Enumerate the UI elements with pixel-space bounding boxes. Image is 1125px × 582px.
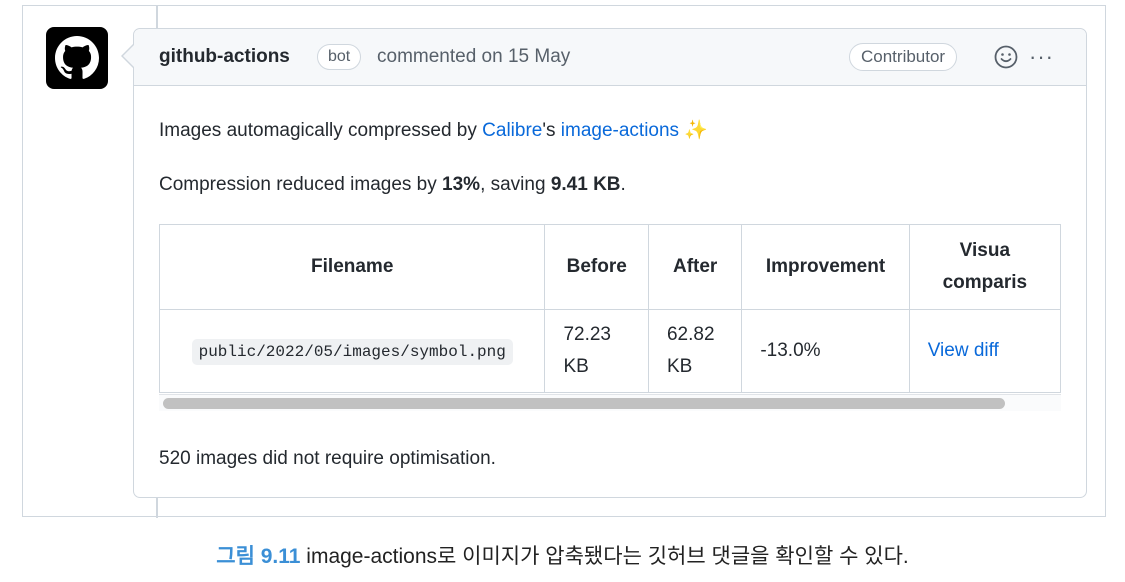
comment-arrow-fill [123, 45, 134, 67]
image-actions-link[interactable]: image-actions [561, 120, 679, 141]
github-mark-icon [55, 36, 99, 79]
cell-filename: public/2022/05/images/symbol.png [159, 309, 546, 393]
compression-saving: 9.41 KB [550, 174, 621, 195]
intro-prefix: Images automagically compressed by [159, 120, 483, 141]
table-header-row: Filename Before After Improvement Visua c… [159, 224, 1061, 310]
header-before: Before [544, 224, 649, 310]
results-table: Filename Before After Improvement Visua c… [159, 224, 1061, 393]
after-value: 62.82 [666, 324, 715, 345]
sparkle-icon: ✨ [684, 120, 708, 141]
header-visual-line1: Visua [959, 240, 1011, 261]
summary-prefix: Compression reduced images by [159, 174, 443, 195]
filename-code: public/2022/05/images/symbol.png [191, 339, 513, 365]
caption-text: image-actions로 이미지가 압축됐다는 깃허브 댓글을 확인할 수 … [300, 545, 909, 568]
footer-note: 520 images did not require optimisation. [159, 448, 496, 469]
comment-header: github-actions bot commented on 15 May C… [134, 29, 1086, 86]
before-value: 72.23 [563, 324, 611, 345]
before-unit: KB [563, 356, 589, 377]
after-unit: KB [666, 356, 693, 377]
header-after: After [647, 224, 743, 310]
caption-label: 그림 9.11 [216, 545, 301, 568]
figure-caption: 그림 9.11 image-actions로 이미지가 압축됐다는 깃허브 댓글… [0, 540, 1125, 570]
compression-intro: Images automagically compressed by Calib… [159, 118, 708, 142]
comment-card: github-actions bot commented on 15 May C… [133, 28, 1087, 498]
cell-after: 62.82 KB [647, 309, 743, 393]
comment-timestamp[interactable]: commented on 15 May [377, 46, 570, 68]
smiley-icon[interactable] [993, 44, 1019, 70]
timeline-line-bottom [156, 498, 158, 518]
avatar[interactable] [46, 27, 108, 89]
kebab-menu-icon[interactable]: ··· [1029, 44, 1054, 70]
header-filename: Filename [159, 224, 546, 310]
table-row: public/2022/05/images/symbol.png 72.23 KB… [159, 309, 1061, 393]
contributor-badge: Contributor [849, 43, 958, 71]
summary-suffix: . [620, 174, 626, 195]
view-diff-link[interactable]: View diff [928, 340, 999, 361]
compression-percent: 13% [442, 174, 481, 195]
calibre-link[interactable]: Calibre [482, 120, 542, 141]
scrollbar-thumb[interactable] [163, 398, 1005, 409]
header-visual-line2: comparis [942, 272, 1028, 293]
bot-badge: bot [317, 44, 362, 70]
header-visual-comparison: Visua comparis [908, 224, 1061, 310]
cell-improvement: -13.0% [741, 309, 910, 393]
author-name[interactable]: github-actions [159, 46, 290, 68]
results-table-scroll[interactable]: Filename Before After Improvement Visua c… [159, 224, 1061, 416]
cell-visual-comparison: View diff [908, 309, 1061, 393]
intro-mid: 's [542, 120, 561, 141]
cell-before: 72.23 KB [544, 309, 649, 393]
compression-summary: Compression reduced images by 13%, savin… [159, 174, 626, 196]
header-improvement: Improvement [741, 224, 910, 310]
summary-mid: , saving [480, 174, 551, 195]
